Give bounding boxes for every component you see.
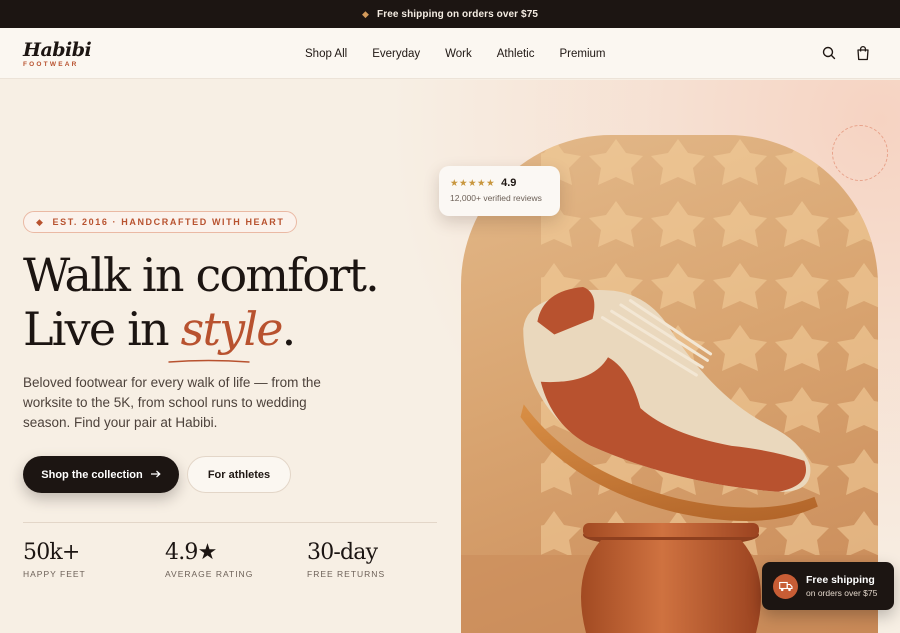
search-icon[interactable] [822,45,836,61]
stat-label: HAPPY FEET [23,569,86,579]
headline-accent-word: style [180,302,284,356]
for-athletes-button[interactable]: For athletes [187,456,291,493]
shop-collection-button[interactable]: Shop the collection [23,456,179,493]
stat-value: 4.9★ [165,540,217,565]
arrow-right-icon [150,469,161,481]
truck-icon [773,573,798,599]
stat-free-returns: 30-day FREE RETURNS [307,540,385,579]
review-count: 12,000+ verified reviews [450,193,542,203]
for-athletes-label: For athletes [207,468,271,481]
nav-link-work[interactable]: Work [445,48,472,60]
brand-tagline: FOOTWEAR [23,61,79,68]
shop-collection-label: Shop the collection [41,468,143,481]
accent-underline [168,359,250,363]
hero-headline: Walk in comfort. Live in style. [23,248,380,356]
nav-link-everyday[interactable]: Everyday [372,48,420,60]
stat-label: FREE RETURNS [307,569,386,579]
stats-divider [23,522,437,523]
stat-label: AVERAGE RATING [165,569,254,579]
announcement-text: Free shipping on orders over $75 [377,8,539,20]
nav-icons [822,45,870,61]
brand-logo[interactable]: Habibi FOOTWEAR [23,39,92,69]
shopping-bag-icon[interactable] [856,45,870,61]
nav-link-athletic[interactable]: Athletic [497,48,535,60]
sparkle-icon: ◆ [361,8,369,19]
sparkle-icon: ◆ [36,216,45,227]
decorative-ring [832,125,888,181]
hero-description: Beloved footwear for every walk of life … [23,375,321,430]
free-shipping-toast[interactable]: Free shipping on orders over $75 [762,562,894,610]
nav-link-shop-all[interactable]: Shop All [305,48,347,60]
nav-link-premium[interactable]: Premium [559,48,605,60]
badge-text: EST. 2016 · HANDCRAFTED WITH HEART [52,217,285,227]
stat-average-rating: 4.9★ AVERAGE RATING [165,540,253,579]
est-badge: ◆ EST. 2016 · HANDCRAFTED WITH HEART [23,211,298,233]
headline-line-2-start: Live in [23,302,181,356]
headline-line-1: Walk in comfort. [23,248,380,302]
stat-value: 30-day [307,540,378,565]
announcement-bar: ◆ Free shipping on orders over $75 [0,0,900,28]
stat-value: 50k+ [23,540,80,565]
rating-stars: ★★★★★ [450,177,496,189]
main-menu: Shop All Everyday Work Athletic Premium [305,28,631,79]
top-nav: Habibi FOOTWEAR Shop All Everyday Work A… [0,28,900,79]
rating-score: 4.9 [501,177,517,189]
headline-line-2: Live in style. [23,302,378,356]
toast-subtitle: on orders over $75 [806,587,878,598]
headline-line-2-end: . [281,302,297,356]
brand-name: Habibi [23,39,92,61]
stat-happy-feet: 50k+ HAPPY FEET [23,540,86,579]
toast-title: Free shipping [806,573,875,586]
review-card: ★★★★★ 4.9 12,000+ verified reviews [439,166,560,216]
